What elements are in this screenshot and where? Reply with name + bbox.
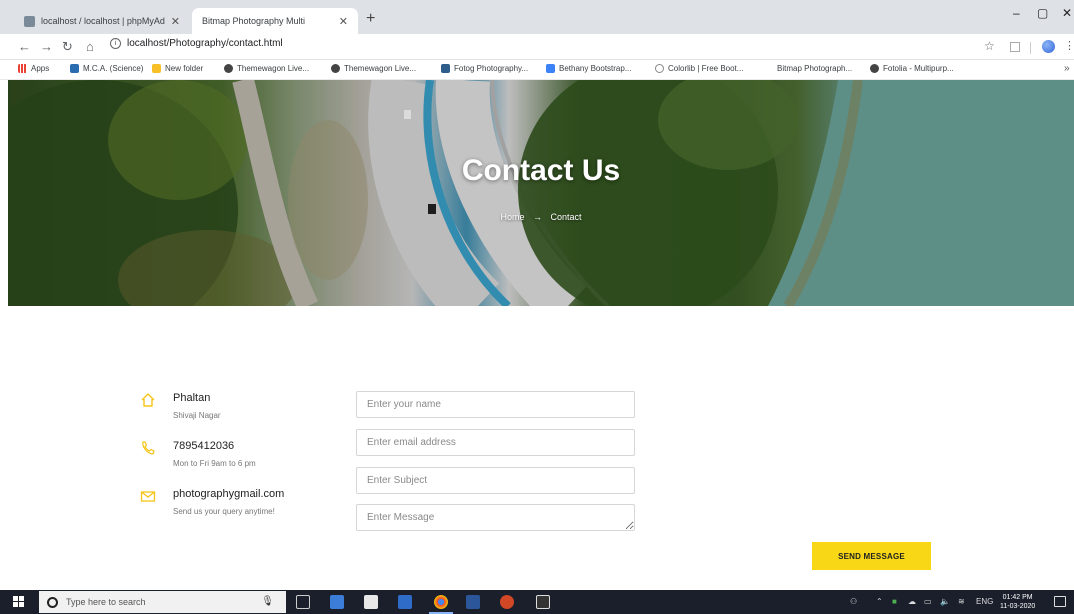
name-input[interactable]: [356, 391, 635, 418]
colorlib-favicon-icon: [655, 64, 664, 73]
new-tab-button[interactable]: +: [366, 10, 375, 28]
folder-icon: [152, 64, 161, 73]
site-info-icon[interactable]: i: [110, 38, 121, 49]
browser-tab-bitmap[interactable]: Bitmap Photography Multi ✕: [192, 8, 358, 34]
address-bar: ← → ↻ ⌂ i localhost/Photography/contact.…: [0, 34, 1074, 60]
hero-banner: Contact Us Home → Contact: [8, 80, 1074, 306]
clock-time: 01:42 PM: [1002, 594, 1033, 601]
battery-icon[interactable]: ▭: [924, 597, 932, 606]
file-explorer-icon[interactable]: [330, 595, 344, 609]
breadcrumb-current: Contact: [550, 212, 582, 222]
mca-favicon-icon: [70, 64, 79, 73]
taskbar: Type here to search 🎙 ⚇ ⌃ ■ ☁ ▭ 🔈 ≋ ENG …: [0, 590, 1074, 614]
browser-tab-phpmyadmin[interactable]: localhost / localhost | phpMyAdmin ✕: [14, 8, 190, 34]
tray-expand-icon[interactable]: ⌃: [876, 597, 883, 606]
bookmark-star-icon[interactable]: ☆: [984, 39, 995, 53]
people-icon[interactable]: ⚇: [850, 597, 857, 606]
back-icon[interactable]: ←: [18, 39, 31, 54]
phpmyadmin-favicon-icon: [24, 15, 35, 27]
tab-close-icon[interactable]: ✕: [339, 15, 348, 28]
bookmark-mca-science[interactable]: M.C.A. (Science): [70, 64, 143, 73]
taskbar-search-placeholder: Type here to search: [66, 597, 146, 607]
tab-close-icon[interactable]: ✕: [171, 15, 180, 28]
language-indicator[interactable]: ENG: [976, 597, 993, 606]
fotog-favicon-icon: [441, 64, 450, 73]
browser-tab-bar: localhost / localhost | phpMyAdmin ✕ Bit…: [0, 0, 1074, 34]
taskbar-search[interactable]: Type here to search 🎙: [39, 591, 286, 613]
phone-number: 7895412036: [173, 440, 235, 452]
bookmarks-bar: Apps M.C.A. (Science) New folder Themewa…: [0, 60, 1074, 80]
url-field[interactable]: i localhost/Photography/contact.html: [110, 38, 283, 49]
task-view-icon[interactable]: [296, 595, 310, 609]
profile-avatar-icon[interactable]: [1042, 40, 1055, 53]
page-title: Contact Us: [461, 154, 621, 187]
extension-icon[interactable]: [1010, 42, 1020, 52]
email-address: photographygmail.com: [173, 488, 285, 500]
home-icon: [141, 393, 155, 407]
bethany-favicon-icon: [546, 64, 555, 73]
address-city: Phaltan: [173, 392, 211, 404]
bookmark-fotog[interactable]: Fotog Photography...: [441, 64, 528, 73]
email-note: Send us your query anytime!: [173, 507, 275, 516]
home-button-icon[interactable]: ⌂: [86, 39, 94, 54]
apps-grid-icon: [18, 64, 27, 73]
bookmark-new-folder[interactable]: New folder: [152, 64, 203, 73]
globe-icon: [331, 64, 340, 73]
menu-icon[interactable]: ⋮: [1064, 39, 1074, 52]
minimize-icon[interactable]: –: [1013, 6, 1020, 20]
bookmark-themewagon-2[interactable]: Themewagon Live...: [331, 64, 416, 73]
breadcrumb-arrow-icon: →: [532, 212, 542, 222]
phone-hours: Mon to Fri 9am to 6 pm: [173, 459, 256, 468]
forward-icon[interactable]: →: [40, 39, 53, 54]
word-icon[interactable]: [466, 595, 480, 609]
network-icon[interactable]: ☁: [908, 597, 916, 606]
wifi-icon[interactable]: ≋: [958, 597, 965, 606]
paint-3d-icon[interactable]: [500, 595, 514, 609]
send-message-button[interactable]: SEND MESSAGE: [812, 542, 931, 570]
close-window-icon[interactable]: ✕: [1062, 6, 1072, 20]
windows-start-icon[interactable]: [13, 596, 25, 608]
cortana-icon: [47, 596, 58, 608]
app-icon[interactable]: [398, 595, 412, 609]
store-icon[interactable]: [364, 595, 378, 609]
address-area: Shivaji Nagar: [173, 411, 221, 420]
tab-title: Bitmap Photography Multi: [202, 16, 306, 26]
bookmark-fotolia[interactable]: Fotolia - Multipurp...: [870, 64, 954, 73]
tray-app-icon[interactable]: ■: [892, 597, 897, 606]
breadcrumb: Home → Contact: [8, 212, 1074, 222]
email-input[interactable]: [356, 429, 635, 456]
bookmark-apps[interactable]: Apps: [18, 64, 49, 73]
clock-date: 11-03-2020: [1000, 603, 1036, 610]
toolbar-divider: [1030, 42, 1031, 54]
more-bookmarks-icon[interactable]: »: [1064, 63, 1070, 74]
microphone-icon[interactable]: 🎙: [261, 596, 274, 607]
mail-icon: [140, 491, 156, 502]
bitmap-favicon-icon: [764, 64, 773, 73]
aerial-road-image: [8, 80, 1074, 306]
volume-icon[interactable]: 🔈: [940, 597, 950, 606]
phone-icon: [142, 441, 155, 455]
url-text: localhost/Photography/contact.html: [127, 38, 283, 49]
notification-center-icon[interactable]: [1054, 596, 1066, 607]
subject-input[interactable]: [356, 467, 635, 494]
reload-icon[interactable]: ↻: [62, 39, 73, 55]
bookmark-themewagon-1[interactable]: Themewagon Live...: [224, 64, 309, 73]
globe-icon: [224, 64, 233, 73]
message-textarea[interactable]: [356, 504, 635, 531]
chrome-icon[interactable]: [434, 595, 448, 609]
globe-icon: [870, 64, 879, 73]
bookmark-bitmap[interactable]: Bitmap Photograph...: [764, 64, 852, 73]
breadcrumb-home-link[interactable]: Home: [500, 212, 524, 222]
photos-icon[interactable]: [536, 595, 550, 609]
bookmark-bethany[interactable]: Bethany Bootstrap...: [546, 64, 632, 73]
bookmark-colorlib[interactable]: Colorlib | Free Boot...: [655, 64, 743, 73]
maximize-icon[interactable]: ▢: [1037, 6, 1048, 20]
clock[interactable]: 01:42 PM 11-03-2020: [1000, 593, 1035, 611]
tab-title: localhost / localhost | phpMyAdmin: [41, 16, 165, 26]
